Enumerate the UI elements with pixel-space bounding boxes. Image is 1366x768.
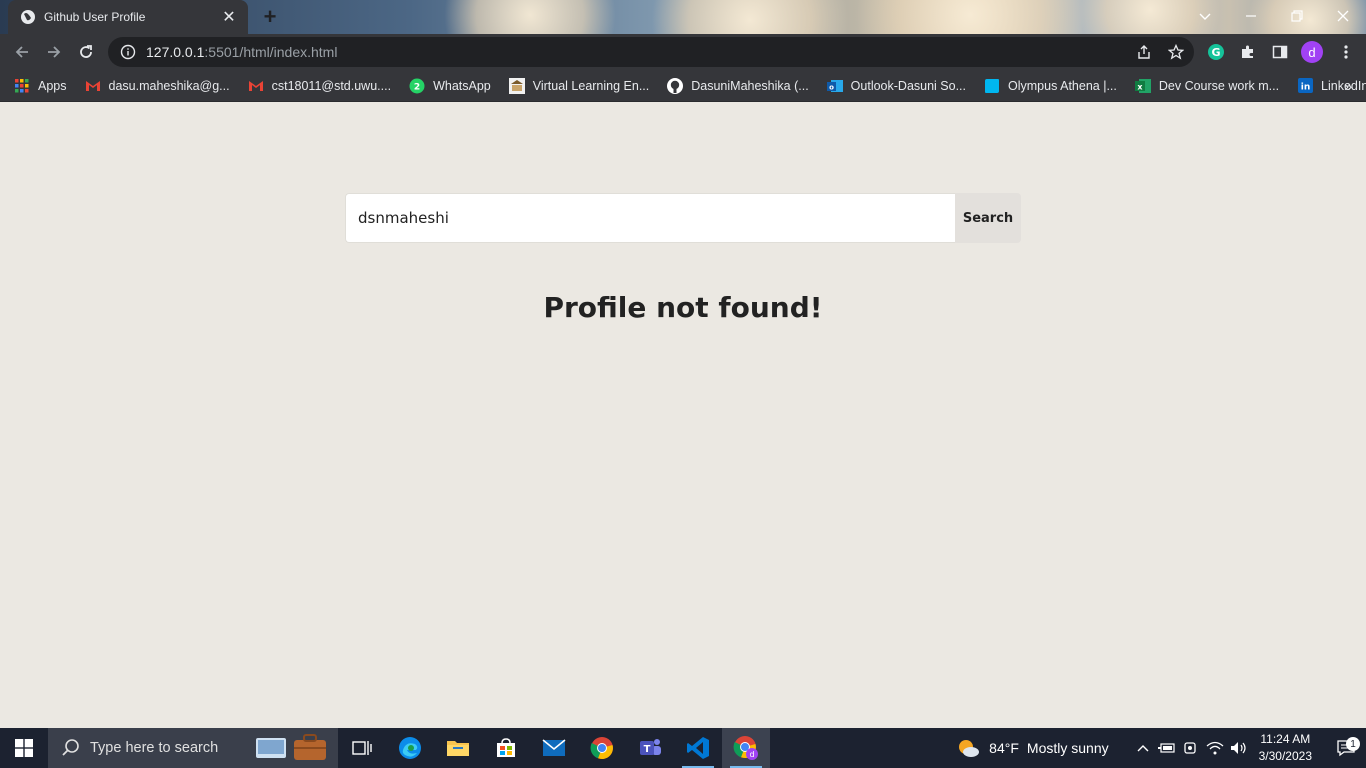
url-host: 127.0.0.1 bbox=[146, 44, 205, 60]
username-search-input[interactable] bbox=[345, 193, 955, 243]
edge-browser-icon[interactable] bbox=[386, 728, 434, 768]
whatsapp-icon: 2 bbox=[409, 78, 425, 94]
gmail-icon bbox=[248, 78, 264, 94]
teams-icon[interactable]: T bbox=[626, 728, 674, 768]
search-highlight-icon bbox=[254, 732, 330, 768]
gmail-icon bbox=[85, 78, 101, 94]
bookmark-outlook[interactable]: o Outlook-Dasuni So... bbox=[826, 78, 967, 94]
reload-icon[interactable] bbox=[72, 38, 100, 66]
bookmark-label: cst18011@std.uwu.... bbox=[271, 78, 392, 93]
forward-arrow-icon[interactable] bbox=[40, 38, 68, 66]
svg-text:T: T bbox=[644, 744, 651, 755]
clock-date: 3/30/2023 bbox=[1258, 749, 1312, 763]
clock-time: 11:24 AM bbox=[1260, 732, 1311, 746]
bookmark-whatsapp[interactable]: 2 WhatsApp bbox=[409, 78, 491, 94]
profile-initial: d bbox=[1301, 41, 1323, 63]
windows-logo-icon bbox=[15, 739, 33, 757]
outlook-icon: o bbox=[826, 78, 843, 94]
weather-sun-cloud-icon[interactable] bbox=[953, 738, 983, 758]
bookmark-label: Apps bbox=[38, 78, 67, 93]
bookmark-gmail-university[interactable]: cst18011@std.uwu.... bbox=[248, 78, 391, 94]
bookmark-github[interactable]: DasuniMaheshika (... bbox=[667, 77, 809, 94]
task-view-icon[interactable] bbox=[338, 728, 386, 768]
svg-text:x: x bbox=[1137, 82, 1143, 91]
chrome-icon[interactable] bbox=[578, 728, 626, 768]
bookmark-label: WhatsApp bbox=[433, 78, 491, 93]
weather-description[interactable]: Mostly sunny bbox=[1027, 740, 1109, 756]
bookmark-apps[interactable]: Apps bbox=[14, 78, 67, 94]
search-button[interactable]: Search bbox=[955, 193, 1021, 243]
browser-tab-strip: Github User Profile ✕ + bbox=[0, 0, 1366, 34]
svg-text:o: o bbox=[829, 83, 834, 91]
vscode-icon[interactable] bbox=[674, 728, 722, 768]
browser-tab-active[interactable]: Github User Profile ✕ bbox=[8, 0, 248, 34]
share-icon[interactable] bbox=[1130, 38, 1158, 66]
page-content: Search Profile not found! bbox=[0, 103, 1366, 728]
bookmarks-bar: Apps dasu.maheshika@g... cst18011@std.uw… bbox=[0, 70, 1366, 102]
restore-icon[interactable] bbox=[1274, 0, 1320, 32]
search-icon bbox=[62, 739, 79, 756]
grammarly-icon[interactable]: G bbox=[1202, 38, 1230, 66]
bookmark-star-icon[interactable] bbox=[1162, 38, 1190, 66]
browser-menu-icon[interactable] bbox=[1332, 38, 1360, 66]
back-arrow-icon[interactable] bbox=[8, 38, 36, 66]
profile-avatar[interactable]: d bbox=[1298, 38, 1326, 66]
globe-icon bbox=[21, 10, 35, 24]
bookmark-linkedin[interactable]: in LinkedIn bbox=[1297, 78, 1366, 94]
tab-search-icon[interactable] bbox=[1182, 0, 1228, 32]
url-path: :5501/html/index.html bbox=[204, 44, 338, 60]
linkedin-icon: in bbox=[1297, 78, 1313, 94]
bookmark-olympus[interactable]: Olympus Athena |... bbox=[984, 78, 1117, 94]
show-hidden-icons-chevron[interactable] bbox=[1131, 744, 1155, 752]
bookmark-label: dasu.maheshika@g... bbox=[108, 78, 230, 93]
chrome-profile-window-icon[interactable]: d bbox=[722, 728, 770, 768]
side-panel-icon[interactable] bbox=[1266, 38, 1294, 66]
new-tab-button[interactable]: + bbox=[258, 5, 282, 29]
extensions-puzzle-icon[interactable] bbox=[1234, 38, 1262, 66]
close-window-icon[interactable] bbox=[1320, 0, 1366, 32]
svg-text:in: in bbox=[1300, 83, 1310, 93]
svg-text:2: 2 bbox=[414, 82, 420, 92]
bookmark-dev-course[interactable]: x Dev Course work m... bbox=[1134, 78, 1280, 94]
tab-title: Github User Profile bbox=[44, 10, 146, 24]
system-tray: 84°F Mostly sunny 11:24 AM 3/30/2023 1 bbox=[953, 728, 1366, 768]
taskbar-clock[interactable]: 11:24 AM 3/30/2023 bbox=[1259, 731, 1312, 765]
battery-icon[interactable] bbox=[1155, 742, 1179, 754]
address-bar[interactable]: 127.0.0.1:5501/html/index.html bbox=[108, 37, 1194, 67]
bookmark-label: Dev Course work m... bbox=[1158, 78, 1280, 93]
bookmark-label: Olympus Athena |... bbox=[1008, 78, 1117, 93]
notification-count-badge: 1 bbox=[1346, 737, 1360, 751]
close-tab-icon[interactable]: ✕ bbox=[220, 8, 238, 26]
bookmark-gmail-personal[interactable]: dasu.maheshika@g... bbox=[85, 78, 230, 94]
wifi-icon[interactable] bbox=[1203, 741, 1227, 755]
olympus-icon bbox=[984, 78, 1000, 94]
bookmarks-overflow-chevron[interactable]: » bbox=[1344, 78, 1352, 94]
taskbar-search-box[interactable]: Type here to search bbox=[48, 728, 338, 768]
taskbar-search-placeholder: Type here to search bbox=[90, 740, 219, 756]
profile-not-found-message: Profile not found! bbox=[543, 291, 823, 324]
weather-temperature[interactable]: 84°F bbox=[989, 740, 1019, 756]
bookmark-label: Virtual Learning En... bbox=[532, 78, 650, 93]
start-button[interactable] bbox=[0, 728, 48, 768]
search-form: Search bbox=[345, 193, 1021, 243]
file-explorer-icon[interactable] bbox=[434, 728, 482, 768]
bookmark-label: Outlook-Dasuni So... bbox=[850, 78, 967, 93]
browser-toolbar: 127.0.0.1:5501/html/index.html G d bbox=[0, 34, 1366, 70]
apps-grid-icon bbox=[14, 78, 30, 94]
minimize-icon[interactable] bbox=[1228, 0, 1274, 32]
svg-text:G: G bbox=[1211, 46, 1220, 59]
excel-icon: x bbox=[1134, 78, 1151, 94]
mail-icon[interactable] bbox=[530, 728, 578, 768]
microsoft-store-icon[interactable] bbox=[482, 728, 530, 768]
bookmark-label: DasuniMaheshika (... bbox=[691, 78, 809, 93]
meet-now-icon[interactable] bbox=[1179, 741, 1203, 755]
info-icon[interactable] bbox=[120, 44, 136, 60]
github-icon bbox=[667, 77, 684, 94]
notification-center-icon[interactable]: 1 bbox=[1326, 737, 1366, 757]
vle-icon bbox=[508, 77, 525, 94]
svg-text:d: d bbox=[749, 750, 754, 759]
volume-icon[interactable] bbox=[1227, 741, 1251, 755]
windows-taskbar: Type here to search T d 84°F Mostly sunn… bbox=[0, 728, 1366, 768]
bookmark-vle[interactable]: Virtual Learning En... bbox=[508, 77, 650, 94]
